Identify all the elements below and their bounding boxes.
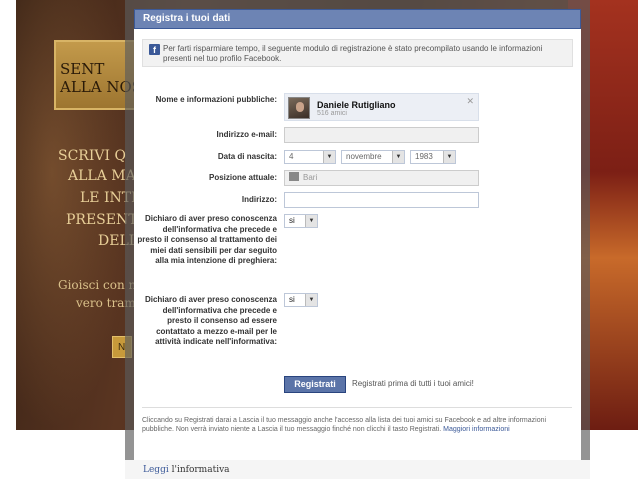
- more-info-link[interactable]: Maggiori informazioni: [443, 426, 510, 433]
- chevron-down-icon: ▼: [392, 151, 404, 163]
- consent1-value: si: [289, 216, 295, 225]
- birth-month-select[interactable]: novembre ▼: [341, 150, 405, 164]
- email-field[interactable]: [284, 127, 479, 143]
- register-note: Registrati prima di tutti i tuoi amici!: [352, 379, 474, 388]
- position-field[interactable]: Bari: [284, 170, 479, 186]
- facebook-icon: f: [149, 44, 160, 55]
- avatar: [288, 97, 310, 119]
- intro-text: Per farti risparmiare tempo, il seguente…: [163, 44, 543, 63]
- background-text-line: SCRIVI Q: [58, 148, 126, 164]
- register-button[interactable]: Registrati: [284, 376, 346, 393]
- profile-name: Daniele Rutigliano: [317, 100, 396, 110]
- bottom-text: l'informativa: [171, 465, 230, 475]
- address-label: Indirizzo:: [241, 195, 277, 204]
- profile-card: Daniele Rutigliano 516 amici ✕: [284, 93, 479, 121]
- chevron-down-icon: ▼: [323, 151, 335, 163]
- consent2-value: si: [289, 295, 295, 304]
- birth-year-select[interactable]: 1983 ▼: [410, 150, 456, 164]
- position-label: Posizione attuale:: [208, 173, 277, 182]
- address-field[interactable]: [284, 192, 479, 208]
- position-value: Bari: [303, 173, 318, 182]
- name-label: Nome e informazioni pubbliche:: [155, 95, 277, 104]
- background-button-label: N: [118, 342, 126, 353]
- birth-date-label: Data di nascita:: [217, 152, 277, 161]
- footer-note: Cliccando su Registrati darai a Lascia i…: [142, 407, 572, 451]
- chevron-down-icon: ▼: [305, 294, 317, 306]
- consent2-select[interactable]: si ▼: [284, 293, 318, 307]
- birth-day-select[interactable]: 4 ▼: [284, 150, 336, 164]
- email-label: Indirizzo e-mail:: [216, 130, 277, 139]
- intro-box: f Per farti risparmiare tempo, il seguen…: [142, 39, 573, 67]
- read-link[interactable]: Leggi: [143, 465, 169, 475]
- consent1-label: Dichiaro di aver preso conoscenza dell'i…: [137, 214, 277, 265]
- close-icon[interactable]: ✕: [466, 96, 474, 107]
- dialog-title: Registra i tuoi dati: [134, 9, 581, 29]
- birth-month-value: novembre: [346, 152, 382, 161]
- registration-dialog: Registra i tuoi dati f Per farti risparm…: [134, 9, 581, 479]
- consent2-label: Dichiaro di aver preso conoscenza dell'i…: [144, 295, 277, 346]
- chevron-down-icon: ▼: [443, 151, 455, 163]
- chevron-down-icon: ▼: [305, 215, 317, 227]
- birth-day-value: 4: [289, 152, 294, 161]
- profile-friends: 516 amici: [317, 110, 347, 117]
- bottom-info: Leggi l'informativa: [143, 465, 230, 475]
- birth-year-value: 1983: [415, 152, 433, 161]
- location-icon: [289, 172, 299, 181]
- consent1-select[interactable]: si ▼: [284, 214, 318, 228]
